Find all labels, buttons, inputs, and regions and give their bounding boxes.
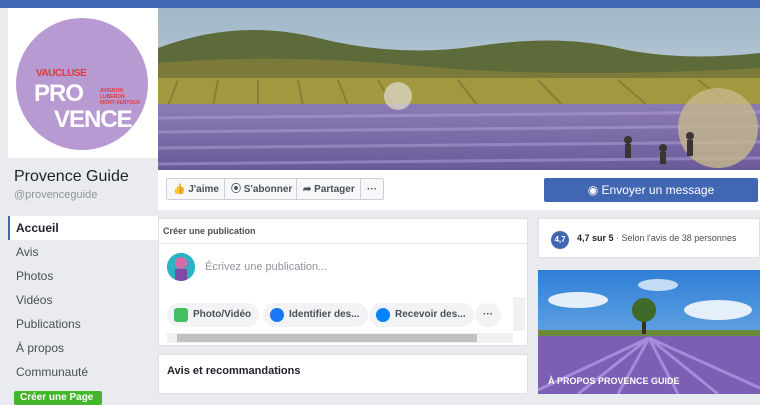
photo-video-label: Photo/Vidéo: [193, 309, 252, 320]
tag-person-icon: [270, 308, 284, 322]
rating-summary: 4,7 sur 5 · Selon l'avis de 38 personnes: [577, 233, 736, 243]
photo-icon: [174, 308, 188, 322]
get-messages-button[interactable]: Recevoir des...: [369, 303, 474, 327]
user-avatar[interactable]: [167, 253, 195, 281]
cover-photo[interactable]: [158, 8, 760, 170]
cover-landscape-image: [158, 8, 760, 170]
page-handle[interactable]: @provenceguide: [14, 189, 97, 201]
nav-item-accueil[interactable]: Accueil: [8, 216, 158, 240]
photo-video-button[interactable]: Photo/Vidéo: [167, 303, 260, 327]
page-action-bar: 👍 J'aime ⦿ S'abonner ➦ Partager ··· ◉ En…: [158, 170, 760, 210]
get-messages-label: Recevoir des...: [395, 309, 466, 320]
scrollbar-thumb[interactable]: [177, 334, 477, 342]
nav-item-photos[interactable]: Photos: [8, 264, 158, 288]
create-post-title: Créer une publication: [159, 219, 527, 244]
reviews-card: Avis et recommandations: [158, 354, 528, 394]
reviews-title[interactable]: Avis et recommandations: [167, 365, 300, 377]
rss-icon: ⦿: [231, 184, 241, 195]
send-message-label: Envoyer un message: [601, 183, 715, 197]
create-page-button[interactable]: Créer une Page: [14, 391, 102, 405]
profile-picture[interactable]: VAUCLUSE PRO AVIGNON LUBERON MONT-VENTOU…: [16, 18, 148, 150]
vertical-scrollbar[interactable]: [513, 297, 525, 331]
nav-item-avis[interactable]: Avis: [8, 240, 158, 264]
share-arrow-icon: ➦: [303, 184, 312, 195]
logo-subtitle: AVIGNON LUBERON MONT-VENTOUX: [100, 88, 140, 106]
top-bar: [0, 0, 760, 8]
rating-card[interactable]: 4,7 4,7 sur 5 · Selon l'avis de 38 perso…: [538, 218, 760, 258]
follow-button[interactable]: ⦿ S'abonner: [224, 178, 300, 200]
rating-badge: 4,7: [551, 231, 569, 249]
logo-text-vaucluse: VAUCLUSE: [36, 68, 87, 79]
left-column: VAUCLUSE PRO AVIGNON LUBERON MONT-VENTOU…: [8, 8, 158, 405]
rating-score: 4,7 sur 5: [577, 233, 614, 243]
messenger-icon: [376, 308, 390, 322]
page-title[interactable]: Provence Guide: [14, 168, 129, 186]
nav-item-publications[interactable]: Publications: [8, 312, 158, 336]
about-label: À PROPOS PROVENCE GUIDE: [548, 376, 680, 386]
follow-label: S'abonner: [243, 184, 293, 195]
nav-item-a-propos[interactable]: À propos: [8, 336, 158, 360]
create-post-card: Créer une publication Écrivez une public…: [158, 218, 528, 346]
logo-text-vence: VENCE: [54, 106, 133, 133]
like-button[interactable]: 👍 J'aime: [166, 178, 226, 200]
about-photo[interactable]: À PROPOS PROVENCE GUIDE: [538, 270, 760, 394]
share-button[interactable]: ➦ Partager: [296, 178, 362, 200]
nav-item-videos[interactable]: Vidéos: [8, 288, 158, 312]
thumbs-up-icon: 👍: [173, 184, 186, 195]
avatar-graphic: [167, 253, 195, 281]
more-options-button[interactable]: ···: [475, 303, 501, 327]
profile-picture-frame[interactable]: VAUCLUSE PRO AVIGNON LUBERON MONT-VENTOU…: [8, 8, 158, 158]
page-nav: Accueil Avis Photos Vidéos Publications …: [8, 216, 158, 384]
horizontal-scrollbar[interactable]: [167, 333, 513, 343]
rating-detail: · Selon l'avis de 38 personnes: [613, 233, 737, 243]
send-message-button[interactable]: ◉ Envoyer un message: [544, 178, 758, 202]
logo-text-pro: PRO: [34, 80, 84, 107]
share-label: Partager: [314, 184, 355, 195]
like-label: J'aime: [188, 184, 219, 195]
messenger-icon: ◉: [587, 183, 599, 197]
tag-people-button[interactable]: Identifier des...: [263, 303, 368, 327]
post-composer-input[interactable]: Écrivez une publication...: [205, 261, 327, 273]
more-actions-button[interactable]: ···: [360, 178, 384, 200]
nav-item-communaute[interactable]: Communauté: [8, 360, 158, 384]
tag-people-label: Identifier des...: [289, 309, 360, 320]
